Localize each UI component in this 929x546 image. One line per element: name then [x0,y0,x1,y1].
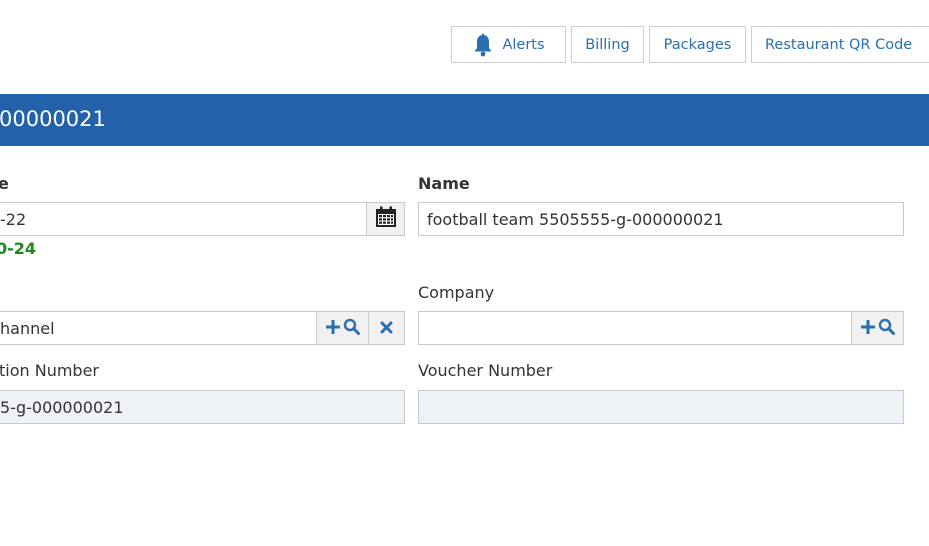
registration-number-field: 5-g-000000021 [0,390,405,424]
search-icon [343,318,360,339]
alerts-label: Alerts [502,36,545,53]
date-note: 0-24 [0,239,37,258]
registration-number-label: tion Number [0,361,100,380]
plus-icon [325,319,340,338]
date-input[interactable]: -22 [0,202,367,236]
voucher-number-label: Voucher Number [418,361,553,380]
date-value: -22 [0,209,27,229]
registration-number-value: 5-g-000000021 [0,397,124,417]
date-label: e [0,174,9,193]
calendar-button[interactable] [366,202,405,236]
packages-label: Packages [663,36,732,53]
restaurant-qr-code-button[interactable]: Restaurant QR Code [751,26,929,63]
name-value: football team 5505555-g-000000021 [427,209,724,229]
alerts-button[interactable]: Alerts [451,26,566,63]
packages-button[interactable]: Packages [649,26,746,63]
billing-button[interactable]: Billing [571,26,644,63]
header-band [0,94,929,146]
channel-clear-button[interactable] [368,311,405,345]
page: Alerts Billing Packages Restaurant QR Co… [0,0,929,546]
company-add-search-button[interactable] [851,311,904,345]
billing-label: Billing [585,36,630,53]
close-icon [380,319,393,338]
name-input[interactable]: football team 5505555-g-000000021 [418,202,904,236]
channel-input[interactable]: hannel [0,311,317,345]
channel-value: hannel [0,318,55,338]
restaurant-qr-code-label: Restaurant QR Code [765,36,913,53]
search-icon [878,318,895,339]
company-input[interactable] [418,311,853,345]
plus-icon [860,319,875,338]
company-label: Company [418,283,495,302]
name-label: Name [418,174,470,193]
calendar-icon [375,206,397,232]
page-title: 00000021 [0,107,106,131]
bell-icon [472,33,494,57]
voucher-number-field [418,390,904,424]
channel-add-search-button[interactable] [316,311,369,345]
